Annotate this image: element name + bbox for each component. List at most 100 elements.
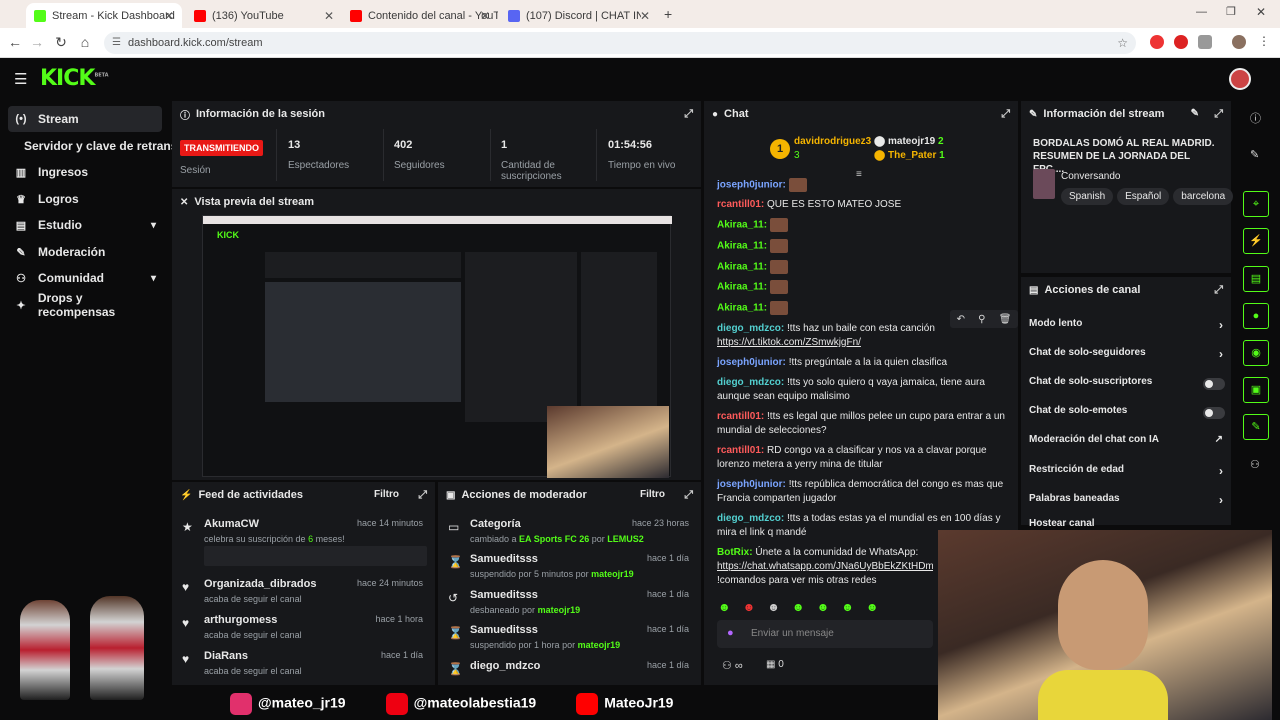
action-slow-mode[interactable]: Modo lento › (1029, 318, 1225, 340)
mic-icon[interactable]: ● (727, 627, 734, 639)
chat-input[interactable]: ● Enviar un mensaje (717, 620, 933, 648)
tab-youtube-studio[interactable]: Contenido del canal - YouTube ✕ (342, 3, 498, 28)
tab-youtube[interactable]: (136) YouTube ✕ (186, 3, 342, 28)
action-banned-words[interactable]: Palabras baneadas › (1029, 493, 1225, 515)
extension-icon[interactable] (1174, 35, 1188, 49)
emote-icon[interactable]: ☻ (743, 600, 756, 614)
tag[interactable]: Spanish (1061, 188, 1114, 205)
points-counter[interactable]: ▦ 0 (766, 659, 784, 670)
mod-action-title[interactable]: Samueditsss (470, 553, 538, 565)
category-thumbnail[interactable] (1033, 169, 1055, 199)
emote-icon[interactable]: ☻ (866, 600, 879, 614)
extension-icon[interactable] (1150, 35, 1164, 49)
reload-icon[interactable]: ↻ (52, 34, 70, 51)
chat-link[interactable]: https://chat.whatsapp.com/JNa6UyBbEkZKtH… (717, 561, 933, 572)
list-icon[interactable]: ▣ (1243, 377, 1269, 403)
expand-icon[interactable]: ⤢ (1214, 108, 1223, 121)
emote-icon[interactable]: ☻ (841, 600, 854, 614)
sidebar-item-comunidad[interactable]: ⚇ Comunidad ▾ (8, 265, 162, 291)
action-ai-moderation[interactable]: Moderación del chat con IA ↗ (1029, 434, 1225, 456)
minimize-icon[interactable]: — (1196, 6, 1207, 18)
toggle-switch[interactable] (1203, 378, 1225, 390)
toggle-switch[interactable] (1203, 407, 1225, 419)
chat-icon[interactable]: ● (1243, 303, 1269, 329)
tag[interactable]: barcelona (1173, 188, 1234, 205)
people-loop-icon[interactable]: ⚇ ∞ (722, 659, 743, 672)
preview-webcam (547, 406, 669, 478)
expand-icon[interactable]: ⤢ (684, 489, 693, 502)
hamburger-menu-icon[interactable]: ☰ (14, 70, 27, 88)
top-gifter-name[interactable]: davidrodriguez3 (794, 136, 871, 147)
people-icon[interactable]: ⚇ (1250, 458, 1260, 471)
new-tab-icon[interactable]: + (664, 6, 672, 22)
activity-user[interactable]: arthurgomess (204, 614, 277, 626)
extensions-puzzle-icon[interactable] (1198, 35, 1212, 49)
expand-icon[interactable]: ⤢ (1214, 284, 1223, 297)
mod-action-title[interactable]: Samueditsss (470, 589, 538, 601)
emote-icon[interactable]: ☻ (718, 600, 731, 614)
mod-action-title[interactable]: diego_mdzco (470, 660, 540, 672)
emote-icon[interactable]: ☻ (767, 600, 780, 614)
filter-button[interactable]: Filtro (640, 489, 665, 500)
stream-preview-video[interactable]: KICK (202, 215, 672, 478)
chat-link[interactable]: https://vt.tiktok.com/ZSmwkjgFn/ (717, 337, 861, 348)
forward-icon[interactable]: → (28, 34, 46, 50)
info-icon: ⓘ (180, 110, 190, 122)
info-icon[interactable]: ⓘ (1250, 110, 1261, 126)
category-name[interactable]: Conversando (1061, 171, 1120, 182)
kick-logo[interactable]: KICKBETA (40, 66, 109, 91)
emote-icon[interactable]: ☻ (792, 600, 805, 614)
action-emotes-only[interactable]: Chat de solo-emotes (1029, 405, 1225, 427)
pencil-icon[interactable]: ✎ (1250, 148, 1259, 161)
notes-icon[interactable]: ▤ (1243, 266, 1269, 292)
close-tab-icon[interactable]: ✕ (164, 9, 174, 23)
chat-message: diego_mdzco: !tts haz un baile con esta … (717, 323, 935, 348)
tab-kick-dashboard[interactable]: Stream - Kick Dashboard ✕ (26, 3, 182, 28)
mod-action-title[interactable]: Samueditsss (470, 624, 538, 636)
activity-user[interactable]: AkumaCW (204, 518, 259, 530)
bookmark-star-icon[interactable]: ☆ (1117, 32, 1128, 54)
bolt-icon[interactable]: ⚡ (1243, 228, 1269, 254)
tag[interactable]: Español (1117, 188, 1170, 205)
close-window-icon[interactable]: ✕ (1256, 5, 1266, 19)
expand-icon[interactable]: ⤢ (418, 489, 427, 502)
action-followers-only[interactable]: Chat de solo-seguidores › (1029, 347, 1225, 369)
close-tab-icon[interactable]: ✕ (480, 9, 490, 23)
wrench-icon[interactable]: ✎ (1243, 414, 1269, 440)
sidebar-item-ingresos[interactable]: ▥ Ingresos (8, 159, 162, 185)
expand-icon[interactable]: ⤢ (1001, 108, 1010, 121)
broadcast-icon[interactable]: ◉ (1243, 340, 1269, 366)
browser-menu-icon[interactable]: ⋮ (1258, 34, 1270, 48)
tab-discord[interactable]: (107) Discord | CHAT INVITA ✕ (500, 3, 658, 28)
edit-icon[interactable]: ✎ (1191, 108, 1199, 119)
url-text: dashboard.kick.com/stream (128, 37, 263, 49)
focus-icon[interactable]: ⌖ (1243, 191, 1269, 217)
sidebar-item-stream[interactable]: (•) Stream (8, 106, 162, 132)
filter-button[interactable]: Filtro (374, 489, 399, 500)
activity-sub: acaba de seguir el canal (204, 666, 302, 676)
close-tab-icon[interactable]: ✕ (640, 9, 650, 23)
action-host-channel[interactable]: Hostear canal (1029, 518, 1225, 526)
home-icon[interactable]: ⌂ (76, 34, 94, 50)
expand-icon[interactable]: ⤢ (684, 108, 693, 121)
action-age-restriction[interactable]: Restricción de edad › (1029, 464, 1225, 486)
profile-avatar-icon[interactable] (1232, 35, 1246, 49)
sidebar-item-server-key[interactable]: Servidor y clave de retransmisión (18, 133, 174, 159)
sidebar-item-moderacion[interactable]: ✎ Moderación (8, 239, 162, 265)
activity-user[interactable]: DiaRans (204, 650, 248, 662)
sidebar-item-logros[interactable]: ♛ Logros (8, 186, 162, 212)
user-avatar[interactable] (1229, 68, 1251, 90)
activity-user[interactable]: Organizada_dibrados (204, 578, 316, 590)
sidebar-item-estudio[interactable]: ▤ Estudio ▾ (8, 212, 162, 238)
sidebar-item-drops[interactable]: ✦ Drops y recompensas (8, 291, 162, 319)
restore-icon[interactable]: ❐ (1226, 5, 1236, 18)
close-tab-icon[interactable]: ✕ (324, 9, 334, 23)
emote-icon[interactable]: ☻ (817, 600, 830, 614)
sidebar-item-label: Ingresos (38, 165, 89, 179)
site-info-icon[interactable]: ☰ (112, 32, 121, 54)
action-subs-only[interactable]: Chat de solo-suscriptores (1029, 376, 1225, 398)
url-field[interactable]: ☰ dashboard.kick.com/stream ☆ (104, 32, 1136, 54)
top-gifter-2[interactable]: ⬤ mateojr19 2 (874, 136, 944, 147)
top-gifter-3[interactable]: ⬤ The_Pater 1 (874, 150, 945, 161)
back-icon[interactable]: ← (6, 34, 24, 50)
